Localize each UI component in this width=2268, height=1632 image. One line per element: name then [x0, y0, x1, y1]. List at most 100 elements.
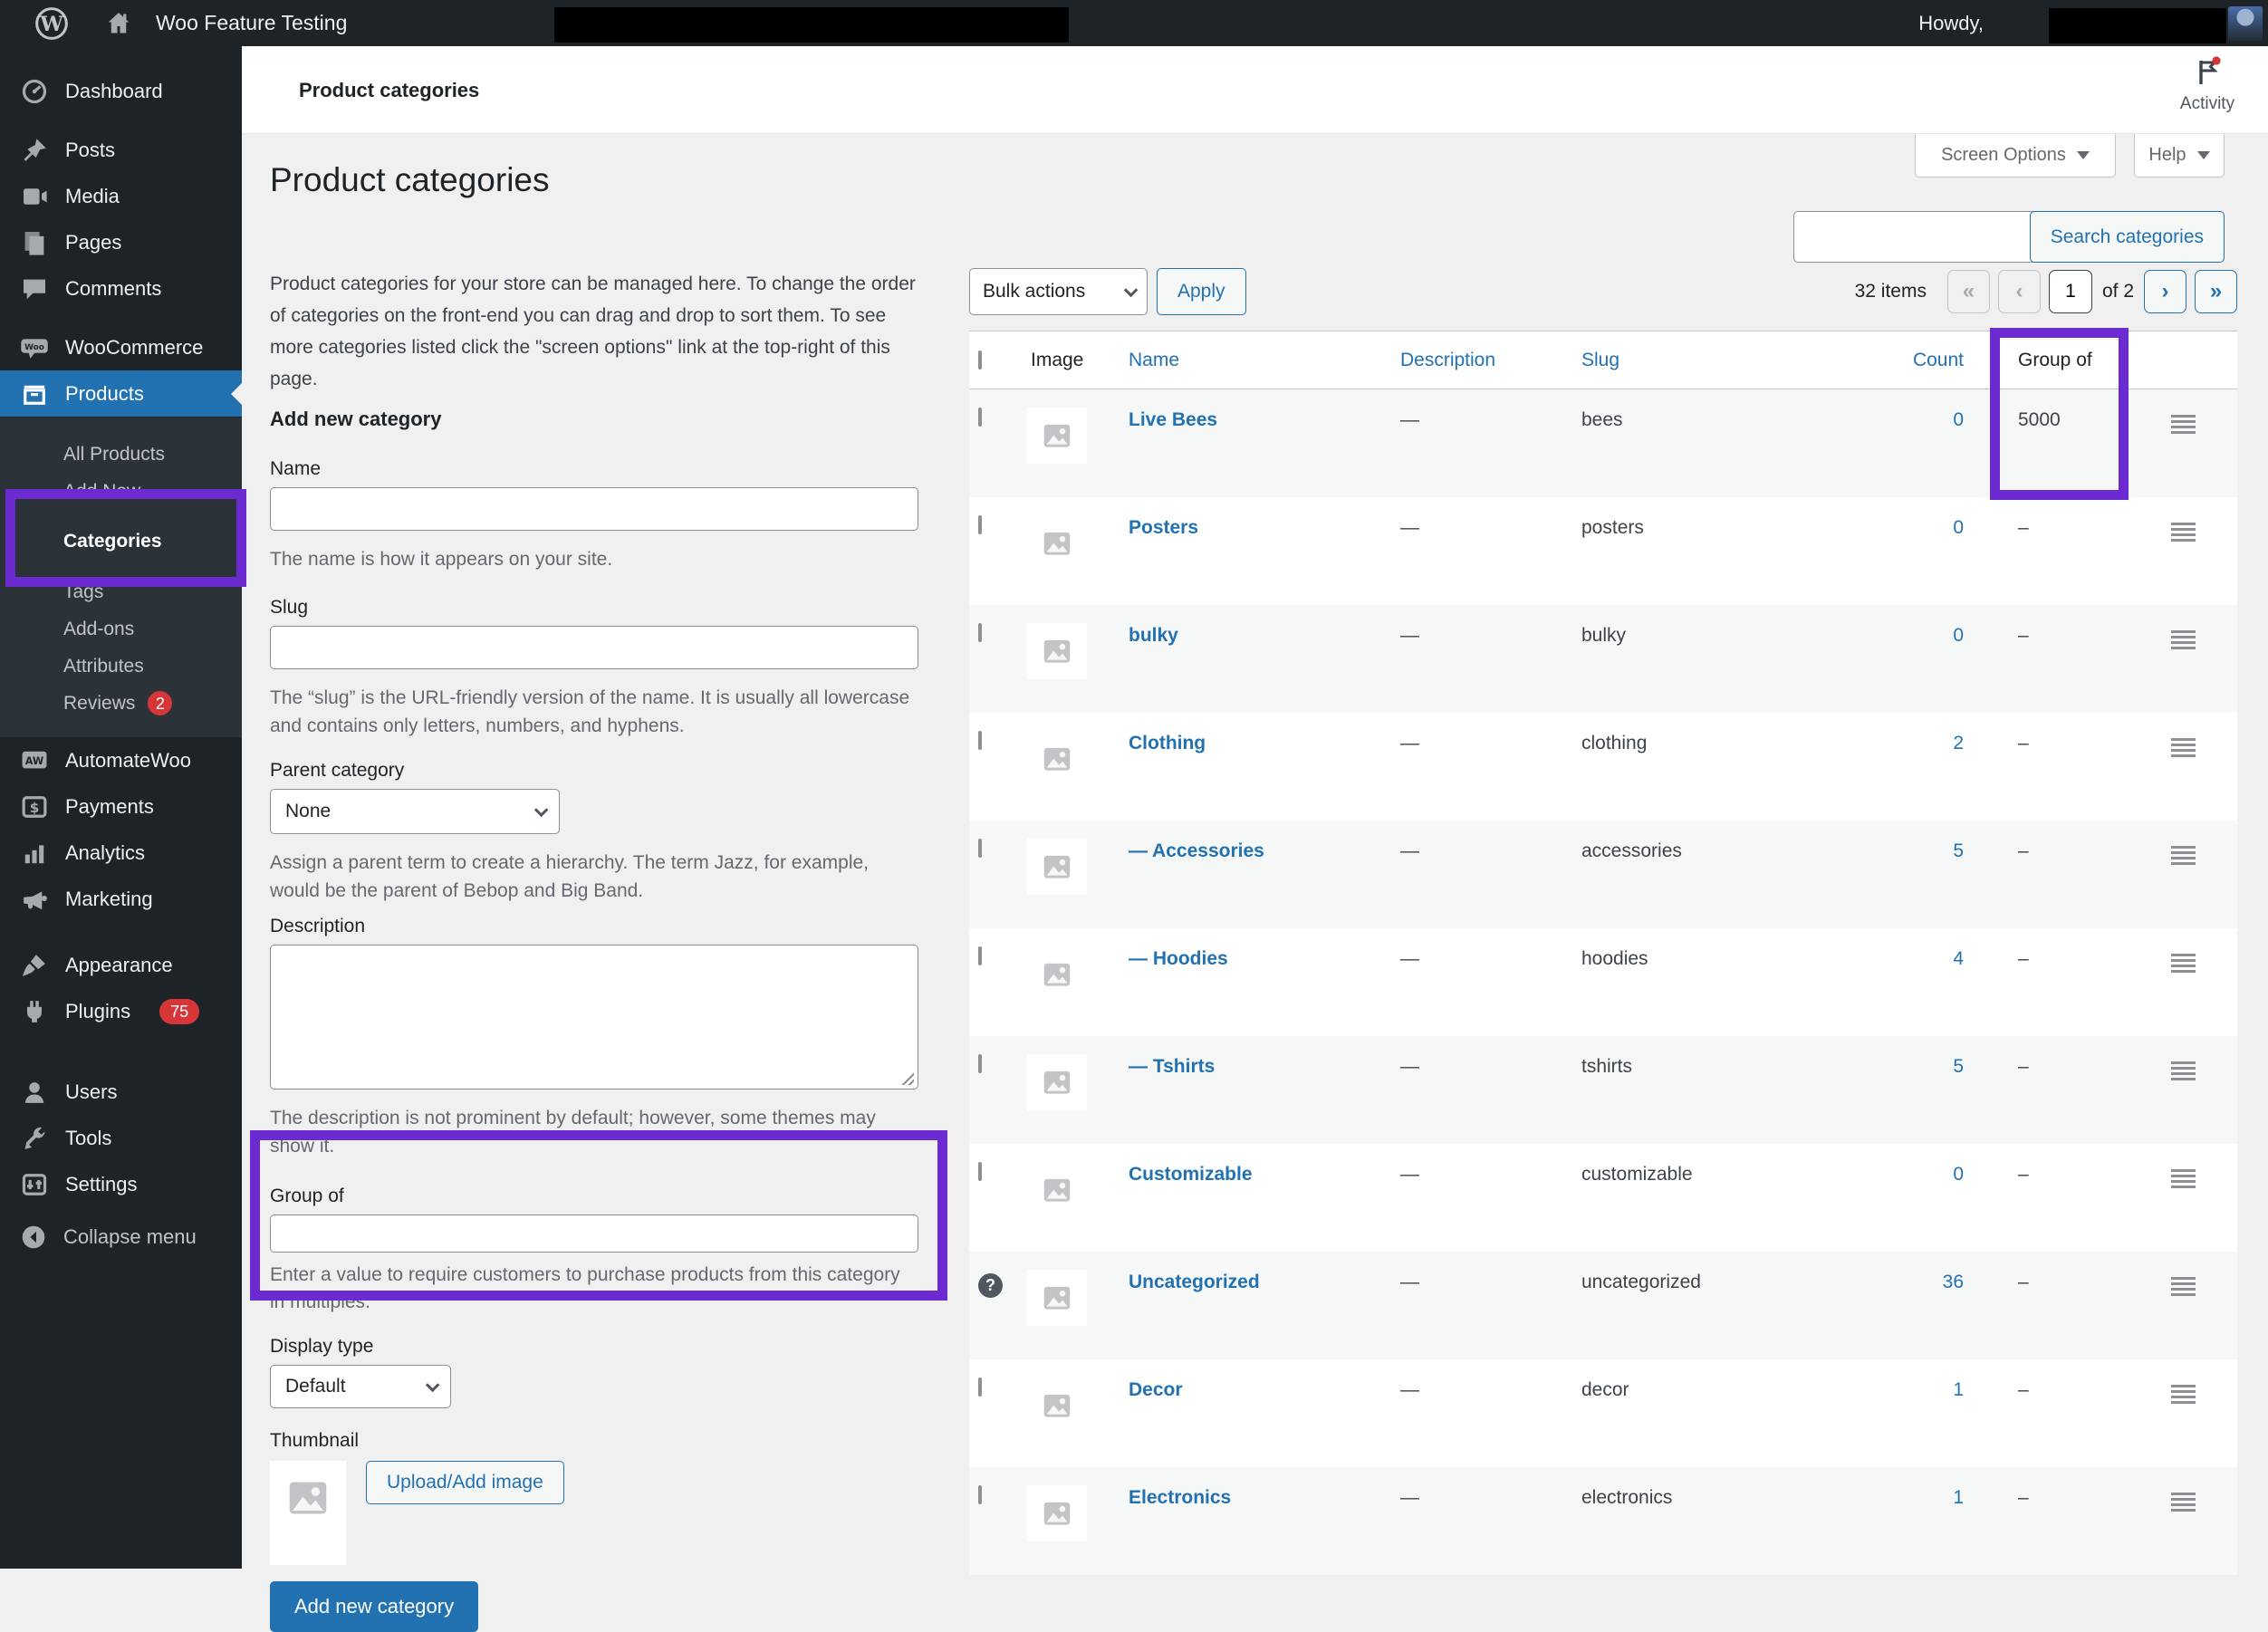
category-name-link[interactable]: Electronics — [1129, 1487, 1231, 1508]
bulk-actions-select[interactable]: Bulk actions — [969, 268, 1148, 315]
sidebar-item-tools[interactable]: Tools — [0, 1115, 242, 1161]
prev-page-button[interactable]: ‹ — [1997, 270, 2041, 313]
search-categories-button[interactable]: Search categories — [2029, 211, 2225, 263]
column-header-description[interactable]: Description — [1400, 350, 1581, 371]
sidebar-item-analytics[interactable]: Analytics — [0, 830, 242, 876]
submenu-item-attributes[interactable]: Attributes — [0, 648, 242, 685]
drag-handle-icon[interactable] — [2171, 415, 2196, 434]
user-avatar[interactable] — [2228, 5, 2263, 41]
parent-category-select[interactable]: None — [270, 789, 560, 834]
drag-handle-icon[interactable] — [2171, 1385, 2196, 1404]
description-field[interactable] — [270, 945, 918, 1090]
row-checkbox[interactable] — [978, 623, 982, 642]
submenu-item-categories[interactable]: Categories — [0, 510, 242, 573]
group-of-field[interactable] — [270, 1214, 918, 1253]
category-count-link[interactable]: 5 — [1953, 1056, 1964, 1077]
category-name-link[interactable]: Live Bees — [1129, 409, 1217, 430]
column-header-slug[interactable]: Slug — [1581, 350, 1880, 371]
category-count-link[interactable]: 36 — [1943, 1272, 1964, 1292]
row-checkbox[interactable] — [978, 731, 982, 750]
plugins-count-badge: 75 — [159, 998, 200, 1024]
row-checkbox[interactable] — [978, 1485, 982, 1504]
column-header-name[interactable]: Name — [1129, 350, 1400, 371]
upload-add-image-button[interactable]: Upload/Add image — [366, 1461, 564, 1504]
drag-handle-icon[interactable] — [2171, 1061, 2196, 1080]
help-tab[interactable]: Help — [2134, 134, 2225, 178]
sidebar-item-products[interactable]: Products — [0, 370, 242, 417]
drag-handle-icon[interactable] — [2171, 1169, 2196, 1188]
row-checkbox[interactable] — [978, 1054, 982, 1073]
drag-handle-icon[interactable] — [2171, 738, 2196, 757]
sidebar-item-automatewoo[interactable]: AW AutomateWoo — [0, 737, 242, 783]
display-type-select[interactable]: Default — [270, 1365, 451, 1408]
sidebar-item-payments[interactable]: $ Payments — [0, 783, 242, 830]
category-count-link[interactable]: 0 — [1953, 625, 1964, 646]
drag-handle-icon[interactable] — [2171, 1493, 2196, 1512]
search-categories-input[interactable] — [1793, 211, 2053, 263]
category-name-link[interactable]: Decor — [1129, 1379, 1183, 1400]
sidebar-item-appearance[interactable]: Appearance — [0, 942, 242, 988]
first-page-button[interactable]: « — [1946, 270, 1990, 313]
category-count-link[interactable]: 5 — [1953, 840, 1964, 861]
site-name-link[interactable]: Woo Feature Testing — [156, 11, 347, 35]
category-name-link[interactable]: Customizable — [1129, 1164, 1253, 1185]
category-slug: clothing — [1581, 733, 1648, 754]
sidebar-item-pages[interactable]: Pages — [0, 219, 242, 265]
sidebar-item-marketing[interactable]: Marketing — [0, 876, 242, 922]
category-count-link[interactable]: 4 — [1953, 948, 1964, 969]
category-name-link[interactable]: Clothing — [1129, 733, 1206, 754]
sidebar-item-users[interactable]: Users — [0, 1069, 242, 1115]
category-name-link[interactable]: — Hoodies — [1129, 948, 1228, 969]
submenu-item-label: Tags — [63, 581, 104, 602]
row-checkbox[interactable] — [978, 1378, 982, 1397]
row-checkbox[interactable] — [978, 515, 982, 534]
parent-category-label: Parent category — [270, 760, 405, 781]
drag-handle-icon[interactable] — [2171, 954, 2196, 973]
select-all-checkbox[interactable] — [978, 350, 982, 370]
category-count-link[interactable]: 1 — [1953, 1379, 1964, 1400]
submenu-item-add-new[interactable]: Add New — [0, 473, 242, 510]
sidebar-item-plugins[interactable]: Plugins 75 — [0, 988, 242, 1034]
screen-options-tab[interactable]: Screen Options — [1915, 134, 2116, 178]
collapse-menu-button[interactable]: Collapse menu — [0, 1214, 242, 1260]
add-new-category-button[interactable]: Add new category — [270, 1581, 479, 1632]
activity-button[interactable]: Activity — [2167, 55, 2248, 114]
drag-handle-icon[interactable] — [2171, 630, 2196, 649]
next-page-button[interactable]: › — [2144, 270, 2186, 313]
row-checkbox[interactable] — [978, 946, 982, 965]
sidebar-item-settings[interactable]: Settings — [0, 1161, 242, 1207]
submenu-item-add-ons[interactable]: Add-ons — [0, 610, 242, 648]
drag-handle-icon[interactable] — [2171, 846, 2196, 865]
category-name-link[interactable]: Posters — [1129, 517, 1198, 538]
submenu-item-reviews[interactable]: Reviews 2 — [0, 685, 242, 722]
sidebar-item-media[interactable]: Media — [0, 173, 242, 219]
submenu-item-all-products[interactable]: All Products — [0, 436, 242, 473]
column-header-count[interactable]: Count — [1880, 350, 1980, 371]
sidebar-item-comments[interactable]: Comments — [0, 265, 242, 312]
category-count-link[interactable]: 0 — [1953, 1164, 1964, 1185]
category-count-link[interactable]: 1 — [1953, 1487, 1964, 1508]
wordpress-logo-icon[interactable]: W — [34, 6, 69, 41]
category-name-link[interactable]: bulky — [1129, 625, 1178, 646]
current-page-input[interactable] — [2048, 270, 2092, 313]
last-page-button[interactable]: » — [2195, 270, 2237, 313]
category-count-link[interactable]: 0 — [1953, 409, 1964, 430]
slug-field[interactable] — [270, 626, 918, 669]
help-icon: ? — [978, 1273, 1003, 1298]
drag-handle-icon[interactable] — [2171, 523, 2196, 542]
sidebar-item-posts[interactable]: Posts — [0, 127, 242, 173]
category-name-link[interactable]: — Tshirts — [1129, 1056, 1215, 1077]
row-checkbox[interactable] — [978, 408, 982, 427]
row-checkbox[interactable] — [978, 1162, 982, 1181]
sidebar-item-dashboard[interactable]: Dashboard — [0, 68, 242, 114]
category-count-link[interactable]: 0 — [1953, 517, 1964, 538]
submenu-item-tags[interactable]: Tags — [0, 573, 242, 610]
name-field[interactable] — [270, 487, 918, 531]
apply-button[interactable]: Apply — [1157, 268, 1246, 315]
drag-handle-icon[interactable] — [2171, 1277, 2196, 1296]
row-checkbox[interactable] — [978, 839, 982, 858]
category-name-link[interactable]: — Accessories — [1129, 840, 1264, 861]
category-name-link[interactable]: Uncategorized — [1129, 1272, 1260, 1292]
category-count-link[interactable]: 2 — [1953, 733, 1964, 754]
sidebar-item-woocommerce[interactable]: Woo WooCommerce — [0, 324, 242, 370]
